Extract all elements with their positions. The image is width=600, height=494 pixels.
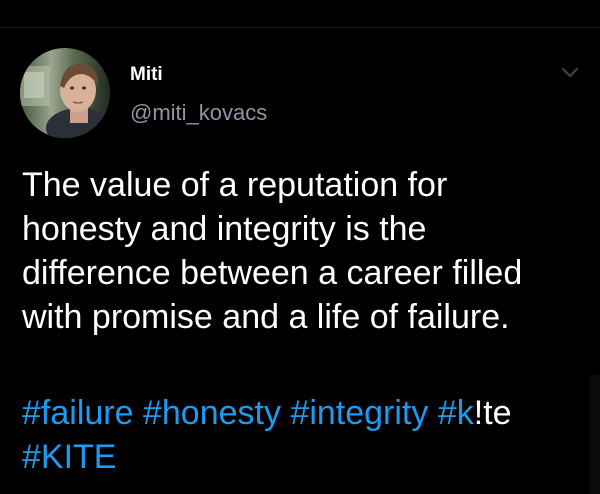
tweet-text-line: with promise and a life of failure. — [22, 298, 510, 336]
hashtag-line: #failure #honesty #integrity #k!te — [22, 391, 592, 435]
hashtag-link[interactable]: #integrity — [290, 394, 428, 432]
hashtag-suffix-text: !te — [473, 394, 512, 432]
hashtag-link[interactable]: #failure — [22, 394, 134, 432]
tweet-text-line: honesty and integrity is the — [22, 210, 427, 248]
hashtag-line: #KITE — [22, 435, 592, 479]
hashtag-link[interactable]: #KITE — [22, 438, 116, 476]
author-handle[interactable]: @miti_kovacs — [130, 100, 267, 126]
tweet-text-line: difference between a career filled — [22, 254, 523, 292]
tweet-text: The value of a reputation for honesty an… — [22, 163, 592, 339]
tweet-menu-button[interactable] — [557, 62, 583, 84]
hashtag-link[interactable]: #k — [438, 394, 474, 432]
chevron-down-icon — [561, 67, 579, 78]
tweet-card: Miti @miti_kovacs The value of a reputat… — [0, 0, 600, 494]
tweet-text-line: The value of a reputation for — [22, 166, 448, 204]
hashtag-link[interactable]: #honesty — [143, 394, 281, 432]
profile-photo-icon — [20, 48, 110, 138]
avatar[interactable] — [20, 48, 110, 138]
edge-shadow — [590, 375, 600, 494]
tweet-hashtags: #failure #honesty #integrity #k!te #KITE — [22, 391, 592, 479]
author-display-name[interactable]: Miti — [130, 64, 163, 86]
